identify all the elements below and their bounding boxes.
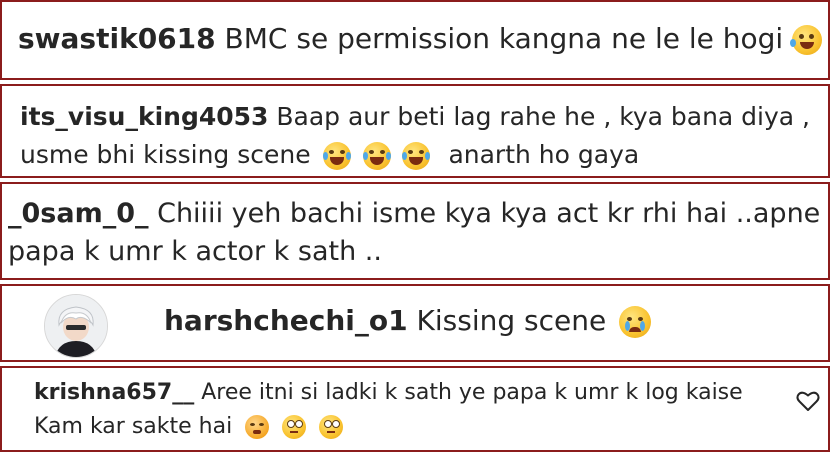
comment-card-3: _0sam_0_ Chiiii yeh bachi isme kya kya a… bbox=[0, 182, 830, 280]
joy-emoji bbox=[322, 142, 351, 170]
comment-card-2: its_visu_king4053 Baap aur beti lag rahe… bbox=[0, 84, 830, 178]
comment-username[interactable]: its_visu_king4053 bbox=[20, 102, 268, 131]
comment-text: Kam kar sakte hai bbox=[34, 414, 233, 439]
comment-text: Aree itni si ladki k sath ye papa k umr … bbox=[201, 380, 743, 405]
comment-text: anarth ho gaya bbox=[448, 140, 640, 169]
like-button[interactable] bbox=[796, 390, 820, 412]
comment-line-1: krishna657__ Aree itni si ladki k sath y… bbox=[34, 380, 743, 405]
comment-username[interactable]: harshchechi_o1 bbox=[164, 304, 408, 337]
comment-line: swastik0618 BMC se permission kangna ne … bbox=[18, 22, 828, 55]
comment-card-4: harshchechi_o1 Kissing scene bbox=[0, 284, 830, 362]
comment-username[interactable]: krishna657__ bbox=[34, 380, 194, 405]
eye-roll-emoji bbox=[319, 415, 344, 439]
comment-username[interactable]: swastik0618 bbox=[18, 22, 216, 55]
comment-line: harshchechi_o1 Kissing scene bbox=[164, 304, 652, 338]
comment-text: Chiiii yeh bachi isme kya kya act kr rhi… bbox=[157, 198, 821, 229]
eye-roll-emoji bbox=[282, 415, 307, 439]
avatar[interactable] bbox=[44, 294, 108, 358]
rofl-emoji bbox=[790, 25, 823, 55]
heart-icon bbox=[796, 391, 820, 411]
comment-line-1: its_visu_king4053 Baap aur beti lag rahe… bbox=[20, 102, 810, 131]
joy-emoji bbox=[402, 142, 431, 170]
comment-line-2: Kam kar sakte hai bbox=[34, 414, 344, 439]
comment-card-1: swastik0618 BMC se permission kangna ne … bbox=[0, 0, 830, 80]
comment-text: papa k umr k actor k sath .. bbox=[8, 236, 382, 267]
joy-emoji bbox=[362, 142, 391, 170]
comment-line-2: usme bhi kissing scene anarth ho gaya bbox=[20, 140, 639, 170]
comment-text: Baap aur beti lag rahe he , kya bana diy… bbox=[276, 102, 811, 131]
comment-username[interactable]: _0sam_0_ bbox=[8, 198, 149, 229]
comment-text: BMC se permission kangna ne le le hogi bbox=[224, 22, 784, 55]
comment-line-2: papa k umr k actor k sath .. bbox=[8, 236, 382, 267]
steam-face-emoji bbox=[245, 415, 270, 439]
crying-emoji bbox=[619, 306, 652, 338]
comment-card-5: krishna657__ Aree itni si ladki k sath y… bbox=[0, 366, 830, 452]
comment-text: usme bhi kissing scene bbox=[20, 140, 311, 169]
comment-line-1: _0sam_0_ Chiiii yeh bachi isme kya kya a… bbox=[8, 198, 820, 229]
comment-text: Kissing scene bbox=[416, 304, 607, 337]
